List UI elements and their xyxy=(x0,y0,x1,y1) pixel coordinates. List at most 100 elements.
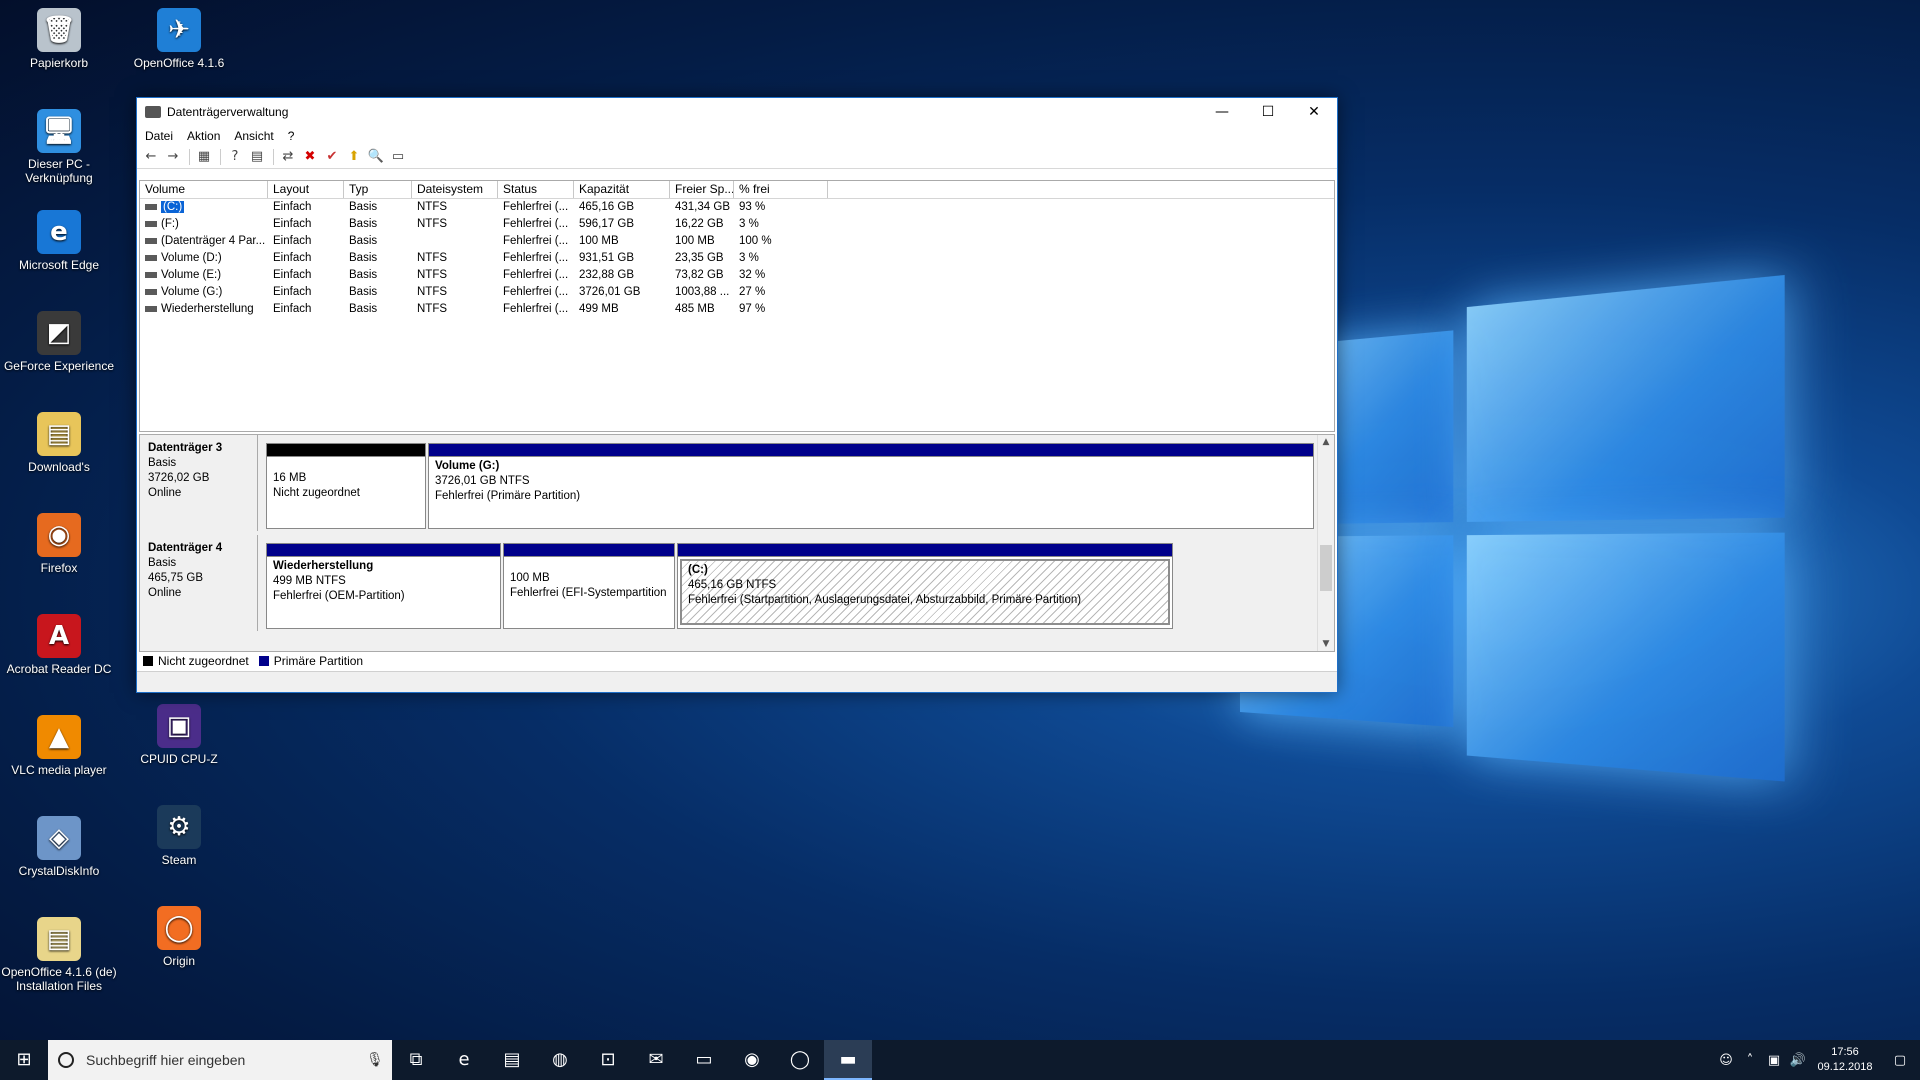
menu-bar: Datei Aktion Ansicht ? xyxy=(137,126,1337,146)
help-icon[interactable]: ? xyxy=(225,148,245,166)
file-explorer-icon[interactable]: ▤ xyxy=(488,1040,536,1080)
desktop-icon[interactable]: A Acrobat Reader DC xyxy=(0,614,118,676)
network-icon[interactable]: ▣ xyxy=(1762,1053,1786,1068)
desktop-icon[interactable]: ▤ Download's xyxy=(0,412,118,474)
up-icon[interactable]: ⬆ xyxy=(344,148,364,166)
row-layout: Einfach xyxy=(273,303,312,315)
disk-4-partition-efi[interactable]: 100 MB Fehlerfrei (EFI-Systempartition xyxy=(503,543,675,629)
desktop-icon[interactable]: e Microsoft Edge xyxy=(0,210,118,272)
menu-aktion[interactable]: Aktion xyxy=(187,129,220,143)
row-volume: (Datenträger 4 Par... xyxy=(140,233,268,250)
edge-icon[interactable]: e xyxy=(440,1040,488,1080)
table-row[interactable]: Wiederherstellung Einfach Basis NTFS Fehlerf… xyxy=(140,301,1334,318)
column-freier-speicher[interactable]: Freier Sp... xyxy=(670,181,734,198)
disk-4-type: Basis xyxy=(148,557,177,569)
store-icon[interactable]: ⊡ xyxy=(584,1040,632,1080)
minimize-button[interactable]: — xyxy=(1199,98,1245,126)
primary-bar xyxy=(429,444,1313,457)
disk-graphical-view[interactable]: Datenträger 3 Basis 3726,02 GB Online 16… xyxy=(139,434,1335,652)
list-header: Volume Layout Typ Dateisystem Status Kap… xyxy=(140,181,1334,199)
scroll-down-icon[interactable]: ▼ xyxy=(1318,639,1334,649)
clock[interactable]: 17:56 09.12.2018 xyxy=(1810,1045,1880,1075)
table-row[interactable]: Volume (E:) Einfach Basis NTFS Fehlerfrei (.… xyxy=(140,267,1334,284)
window-title: Datenträgerverwaltung xyxy=(167,105,289,119)
volume-icon[interactable]: 🔊 xyxy=(1786,1053,1810,1068)
forward-arrow-icon[interactable]: → xyxy=(163,148,183,166)
app-red-icon[interactable]: ◍ xyxy=(536,1040,584,1080)
desktop-icon[interactable]: ✈ OpenOffice 4.1.6 xyxy=(120,8,238,70)
people-icon[interactable]: ☺ xyxy=(1714,1053,1738,1068)
column-layout[interactable]: Layout xyxy=(268,181,344,198)
check-icon[interactable]: ✔ xyxy=(322,148,342,166)
connect-icon[interactable]: ⇄ xyxy=(278,148,298,166)
back-arrow-icon[interactable]: ← xyxy=(141,148,161,166)
search-input[interactable]: Suchbegriff hier eingeben xyxy=(86,1052,366,1068)
menu-datei[interactable]: Datei xyxy=(145,129,173,143)
disk-4-label[interactable]: Datenträger 4 Basis 465,75 GB Online xyxy=(140,535,258,631)
disk-view-scrollbar[interactable]: ▲ ▼ xyxy=(1317,435,1334,651)
search-box[interactable]: Suchbegriff hier eingeben 🎙 xyxy=(48,1040,392,1080)
disk-3-state: Online xyxy=(148,487,182,499)
scroll-up-icon[interactable]: ▲ xyxy=(1318,437,1334,447)
desktop-icon[interactable]: ◈ CrystalDiskInfo xyxy=(0,816,118,878)
origin-icon: ◯ xyxy=(157,906,201,950)
console-tree-icon[interactable]: ▦ xyxy=(194,148,214,166)
row-status: Fehlerfrei (... xyxy=(503,269,569,281)
view-icon[interactable]: ▭ xyxy=(388,148,408,166)
column-volume[interactable]: Volume xyxy=(140,181,268,198)
this-pc-icon: 🖥 xyxy=(37,109,81,153)
properties-icon[interactable]: ▤ xyxy=(247,148,267,166)
column-prozent-frei[interactable]: % frei xyxy=(734,181,828,198)
start-button[interactable]: ⊞ xyxy=(0,1040,48,1080)
task-view-icon[interactable]: ⧉ xyxy=(392,1040,440,1080)
system-tray: ☺ ˄ ▣ 🔊 17:56 09.12.2018 ▢ xyxy=(1714,1045,1920,1075)
desktop-icon[interactable]: ◯ Origin xyxy=(120,906,238,968)
search-icon[interactable]: 🔍 xyxy=(366,148,386,166)
volume-list[interactable]: Volume Layout Typ Dateisystem Status Kap… xyxy=(139,180,1335,432)
close-button[interactable]: ✕ xyxy=(1291,98,1337,126)
desktop-icon[interactable]: ◉ Firefox xyxy=(0,513,118,575)
desktop-icon[interactable]: ⚙ Steam xyxy=(120,805,238,867)
disk-3-partition-unallocated[interactable]: 16 MB Nicht zugeordnet xyxy=(266,443,426,529)
scroll-thumb[interactable] xyxy=(1320,545,1332,591)
column-dateisystem[interactable]: Dateisystem xyxy=(412,181,498,198)
table-row[interactable]: Volume (D:) Einfach Basis NTFS Fehlerfrei (.… xyxy=(140,250,1334,267)
chevron-up-icon[interactable]: ˄ xyxy=(1738,1053,1762,1068)
disk-4-partition-c[interactable]: (C:) 465,16 GB NTFS Fehlerfrei (Startpar… xyxy=(677,543,1173,629)
origin-icon[interactable]: ◯ xyxy=(776,1040,824,1080)
table-row[interactable]: (F:) Einfach Basis NTFS Fehlerfrei (... 596,1… xyxy=(140,216,1334,233)
column-kapazitaet[interactable]: Kapazität xyxy=(574,181,670,198)
firefox-icon[interactable]: ◉ xyxy=(728,1040,776,1080)
desktop-icon[interactable]: ◩ GeForce Experience xyxy=(0,311,118,373)
column-status[interactable]: Status xyxy=(498,181,574,198)
delete-icon[interactable]: ✖ xyxy=(300,148,320,166)
table-row[interactable]: Volume (G:) Einfach Basis NTFS Fehlerfrei (.… xyxy=(140,284,1334,301)
partition-size: 499 MB NTFS xyxy=(273,575,346,587)
desktop-icon-label: Firefox xyxy=(40,561,78,575)
disk-4-partition-recovery[interactable]: Wiederherstellung 499 MB NTFS Fehlerfrei… xyxy=(266,543,501,629)
disk-3[interactable]: Datenträger 3 Basis 3726,02 GB Online 16… xyxy=(140,435,1320,531)
disk-management-window[interactable]: Datenträgerverwaltung — ☐ ✕ Datei Aktion… xyxy=(136,97,1338,693)
menu-help[interactable]: ? xyxy=(288,129,295,143)
firefox-icon: ◉ xyxy=(37,513,81,557)
column-typ[interactable]: Typ xyxy=(344,181,412,198)
desktop-icon[interactable]: ▣ CPUID CPU-Z xyxy=(120,704,238,766)
mail-icon[interactable]: ✉ xyxy=(632,1040,680,1080)
pc-icon[interactable]: ▭ xyxy=(680,1040,728,1080)
disk-3-partition-volume-g[interactable]: Volume (G:) 3726,01 GB NTFS Fehlerfrei (… xyxy=(428,443,1314,529)
desktop-icon[interactable]: ▲ VLC media player xyxy=(0,715,118,777)
partition-size: 16 MB xyxy=(273,472,307,484)
disk-management-icon[interactable]: ▬ xyxy=(824,1040,872,1080)
maximize-button[interactable]: ☐ xyxy=(1245,98,1291,126)
desktop-icon[interactable]: 🗑 Papierkorb xyxy=(0,8,118,70)
table-row[interactable]: (Datenträger 4 Par... Einfach Basis Fehlerf… xyxy=(140,233,1334,250)
desktop-icon[interactable]: ▤ OpenOffice 4.1.6 (de) Installation File… xyxy=(0,917,118,993)
notification-icon[interactable]: ▢ xyxy=(1880,1053,1920,1068)
table-row[interactable]: (C:) Einfach Basis NTFS Fehlerfrei (... 465,1… xyxy=(140,199,1334,216)
menu-ansicht[interactable]: Ansicht xyxy=(234,129,273,143)
desktop-icon[interactable]: 🖥 Dieser PC - Verknüpfung xyxy=(0,109,118,185)
title-bar[interactable]: Datenträgerverwaltung — ☐ ✕ xyxy=(137,98,1337,126)
microphone-icon[interactable]: 🎙 xyxy=(366,1052,384,1068)
disk-3-label[interactable]: Datenträger 3 Basis 3726,02 GB Online xyxy=(140,435,258,531)
disk-4[interactable]: Datenträger 4 Basis 465,75 GB Online Wie… xyxy=(140,535,1320,631)
